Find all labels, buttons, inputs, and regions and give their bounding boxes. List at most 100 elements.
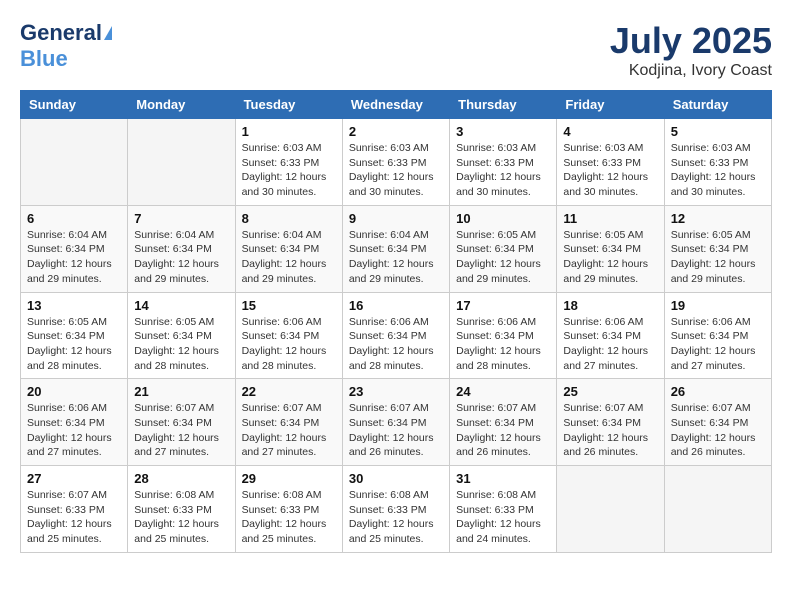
calendar-day-cell: 13 Sunrise: 6:05 AM Sunset: 6:34 PM Dayli… bbox=[21, 292, 128, 379]
day-number: 9 bbox=[349, 211, 443, 226]
day-info: Sunrise: 6:06 AM Sunset: 6:34 PM Dayligh… bbox=[242, 315, 336, 374]
calendar-week-row: 13 Sunrise: 6:05 AM Sunset: 6:34 PM Dayli… bbox=[21, 292, 772, 379]
day-number: 12 bbox=[671, 211, 765, 226]
day-info: Sunrise: 6:06 AM Sunset: 6:34 PM Dayligh… bbox=[671, 315, 765, 374]
calendar-day-cell: 28Sunrise: 6:08 AM Sunset: 6:33 PM Dayli… bbox=[128, 466, 235, 553]
day-info: Sunrise: 6:03 AM Sunset: 6:33 PM Dayligh… bbox=[671, 141, 765, 200]
day-info: Sunrise: 6:07 AM Sunset: 6:34 PM Dayligh… bbox=[456, 401, 550, 460]
calendar-day-cell: 7 Sunrise: 6:04 AM Sunset: 6:34 PM Daylig… bbox=[128, 205, 235, 292]
day-info: Sunrise: 6:03 AM Sunset: 6:33 PM Dayligh… bbox=[242, 141, 336, 200]
calendar-day-cell: 15Sunrise: 6:06 AM Sunset: 6:34 PM Dayli… bbox=[235, 292, 342, 379]
day-info: Sunrise: 6:07 AM Sunset: 6:34 PM Dayligh… bbox=[349, 401, 443, 460]
calendar-day-cell: 14 Sunrise: 6:05 AM Sunset: 6:34 PM Dayli… bbox=[128, 292, 235, 379]
day-info: Sunrise: 6:05 AM Sunset: 6:34 PM Dayligh… bbox=[134, 315, 228, 374]
location: Kodjina, Ivory Coast bbox=[610, 62, 772, 80]
day-info: Sunrise: 6:04 AM Sunset: 6:34 PM Dayligh… bbox=[242, 228, 336, 287]
calendar-day-cell: 21 Sunrise: 6:07 AM Sunset: 6:34 PM Dayli… bbox=[128, 379, 235, 466]
day-number: 14 bbox=[134, 298, 228, 313]
day-number: 30 bbox=[349, 471, 443, 486]
day-number: 29 bbox=[242, 471, 336, 486]
day-info: Sunrise: 6:06 AM Sunset: 6:34 PM Dayligh… bbox=[456, 315, 550, 374]
day-info: Sunrise: 6:05 AM Sunset: 6:34 PM Dayligh… bbox=[563, 228, 657, 287]
day-number: 13 bbox=[27, 298, 121, 313]
day-number: 5 bbox=[671, 124, 765, 139]
calendar-day-cell: 22Sunrise: 6:07 AM Sunset: 6:34 PM Dayli… bbox=[235, 379, 342, 466]
day-info: Sunrise: 6:04 AM Sunset: 6:34 PM Dayligh… bbox=[27, 228, 121, 287]
day-info: Sunrise: 6:03 AM Sunset: 6:33 PM Dayligh… bbox=[349, 141, 443, 200]
day-info: Sunrise: 6:08 AM Sunset: 6:33 PM Dayligh… bbox=[456, 488, 550, 547]
day-number: 25 bbox=[563, 384, 657, 399]
day-number: 6 bbox=[27, 211, 121, 226]
calendar-day-cell: 26 Sunrise: 6:07 AM Sunset: 6:34 PM Dayli… bbox=[664, 379, 771, 466]
calendar-day-cell: 23 Sunrise: 6:07 AM Sunset: 6:34 PM Dayli… bbox=[342, 379, 449, 466]
day-info: Sunrise: 6:06 AM Sunset: 6:34 PM Dayligh… bbox=[27, 401, 121, 460]
calendar-day-cell: 3Sunrise: 6:03 AM Sunset: 6:33 PM Daylig… bbox=[450, 119, 557, 206]
day-number: 16 bbox=[349, 298, 443, 313]
calendar-day-cell bbox=[557, 466, 664, 553]
calendar-day-cell: 1 Sunrise: 6:03 AM Sunset: 6:33 PM Daylig… bbox=[235, 119, 342, 206]
calendar-day-cell: 9 Sunrise: 6:04 AM Sunset: 6:34 PM Daylig… bbox=[342, 205, 449, 292]
calendar-day-cell bbox=[664, 466, 771, 553]
day-number: 21 bbox=[134, 384, 228, 399]
calendar-day-cell: 20 Sunrise: 6:06 AM Sunset: 6:34 PM Dayli… bbox=[21, 379, 128, 466]
day-info: Sunrise: 6:06 AM Sunset: 6:34 PM Dayligh… bbox=[563, 315, 657, 374]
day-number: 7 bbox=[134, 211, 228, 226]
title-area: July 2025 Kodjina, Ivory Coast bbox=[610, 20, 772, 80]
calendar-day-cell: 27 Sunrise: 6:07 AM Sunset: 6:33 PM Dayli… bbox=[21, 466, 128, 553]
day-info: Sunrise: 6:07 AM Sunset: 6:34 PM Dayligh… bbox=[671, 401, 765, 460]
calendar-week-row: 6 Sunrise: 6:04 AM Sunset: 6:34 PM Daylig… bbox=[21, 205, 772, 292]
day-number: 2 bbox=[349, 124, 443, 139]
day-info: Sunrise: 6:08 AM Sunset: 6:33 PM Dayligh… bbox=[242, 488, 336, 547]
day-number: 10 bbox=[456, 211, 550, 226]
day-number: 23 bbox=[349, 384, 443, 399]
day-info: Sunrise: 6:07 AM Sunset: 6:34 PM Dayligh… bbox=[134, 401, 228, 460]
calendar-day-cell: 30 Sunrise: 6:08 AM Sunset: 6:33 PM Dayli… bbox=[342, 466, 449, 553]
day-info: Sunrise: 6:07 AM Sunset: 6:34 PM Dayligh… bbox=[563, 401, 657, 460]
calendar-day-cell: 4 Sunrise: 6:03 AM Sunset: 6:33 PM Daylig… bbox=[557, 119, 664, 206]
calendar-day-cell: 2 Sunrise: 6:03 AM Sunset: 6:33 PM Daylig… bbox=[342, 119, 449, 206]
calendar-day-cell: 5 Sunrise: 6:03 AM Sunset: 6:33 PM Daylig… bbox=[664, 119, 771, 206]
day-info: Sunrise: 6:08 AM Sunset: 6:33 PM Dayligh… bbox=[349, 488, 443, 547]
weekday-header-cell: Friday bbox=[557, 91, 664, 119]
day-number: 18 bbox=[563, 298, 657, 313]
calendar-body: 1 Sunrise: 6:03 AM Sunset: 6:33 PM Daylig… bbox=[21, 119, 772, 553]
day-number: 4 bbox=[563, 124, 657, 139]
weekday-header-cell: Sunday bbox=[21, 91, 128, 119]
day-number: 26 bbox=[671, 384, 765, 399]
day-info: Sunrise: 6:08 AM Sunset: 6:33 PM Dayligh… bbox=[134, 488, 228, 547]
day-number: 24 bbox=[456, 384, 550, 399]
calendar-week-row: 1 Sunrise: 6:03 AM Sunset: 6:33 PM Daylig… bbox=[21, 119, 772, 206]
calendar-day-cell: 31Sunrise: 6:08 AM Sunset: 6:33 PM Dayli… bbox=[450, 466, 557, 553]
calendar-week-row: 20 Sunrise: 6:06 AM Sunset: 6:34 PM Dayli… bbox=[21, 379, 772, 466]
calendar-day-cell: 19Sunrise: 6:06 AM Sunset: 6:34 PM Dayli… bbox=[664, 292, 771, 379]
day-number: 3 bbox=[456, 124, 550, 139]
weekday-header-cell: Monday bbox=[128, 91, 235, 119]
calendar-day-cell: 8Sunrise: 6:04 AM Sunset: 6:34 PM Daylig… bbox=[235, 205, 342, 292]
day-number: 27 bbox=[27, 471, 121, 486]
logo-blue: Blue bbox=[20, 46, 68, 72]
weekday-header-cell: Wednesday bbox=[342, 91, 449, 119]
calendar-day-cell: 29 Sunrise: 6:08 AM Sunset: 6:33 PM Dayli… bbox=[235, 466, 342, 553]
day-info: Sunrise: 6:04 AM Sunset: 6:34 PM Dayligh… bbox=[349, 228, 443, 287]
calendar-day-cell: 18 Sunrise: 6:06 AM Sunset: 6:34 PM Dayli… bbox=[557, 292, 664, 379]
calendar-day-cell: 10Sunrise: 6:05 AM Sunset: 6:34 PM Dayli… bbox=[450, 205, 557, 292]
weekday-header-cell: Tuesday bbox=[235, 91, 342, 119]
day-number: 20 bbox=[27, 384, 121, 399]
calendar-day-cell: 12Sunrise: 6:05 AM Sunset: 6:34 PM Dayli… bbox=[664, 205, 771, 292]
day-info: Sunrise: 6:07 AM Sunset: 6:33 PM Dayligh… bbox=[27, 488, 121, 547]
logo-triangle-icon bbox=[104, 26, 112, 40]
calendar-day-cell bbox=[128, 119, 235, 206]
month-title: July 2025 bbox=[610, 20, 772, 62]
day-info: Sunrise: 6:03 AM Sunset: 6:33 PM Dayligh… bbox=[563, 141, 657, 200]
weekday-header-cell: Thursday bbox=[450, 91, 557, 119]
calendar-day-cell: 24 Sunrise: 6:07 AM Sunset: 6:34 PM Dayli… bbox=[450, 379, 557, 466]
day-info: Sunrise: 6:05 AM Sunset: 6:34 PM Dayligh… bbox=[27, 315, 121, 374]
calendar-day-cell: 6 Sunrise: 6:04 AM Sunset: 6:34 PM Daylig… bbox=[21, 205, 128, 292]
calendar-day-cell: 25 Sunrise: 6:07 AM Sunset: 6:34 PM Dayli… bbox=[557, 379, 664, 466]
day-number: 1 bbox=[242, 124, 336, 139]
day-number: 11 bbox=[563, 211, 657, 226]
calendar-day-cell bbox=[21, 119, 128, 206]
logo: General Blue bbox=[20, 20, 112, 72]
calendar: SundayMondayTuesdayWednesdayThursdayFrid… bbox=[20, 90, 772, 553]
day-info: Sunrise: 6:04 AM Sunset: 6:34 PM Dayligh… bbox=[134, 228, 228, 287]
